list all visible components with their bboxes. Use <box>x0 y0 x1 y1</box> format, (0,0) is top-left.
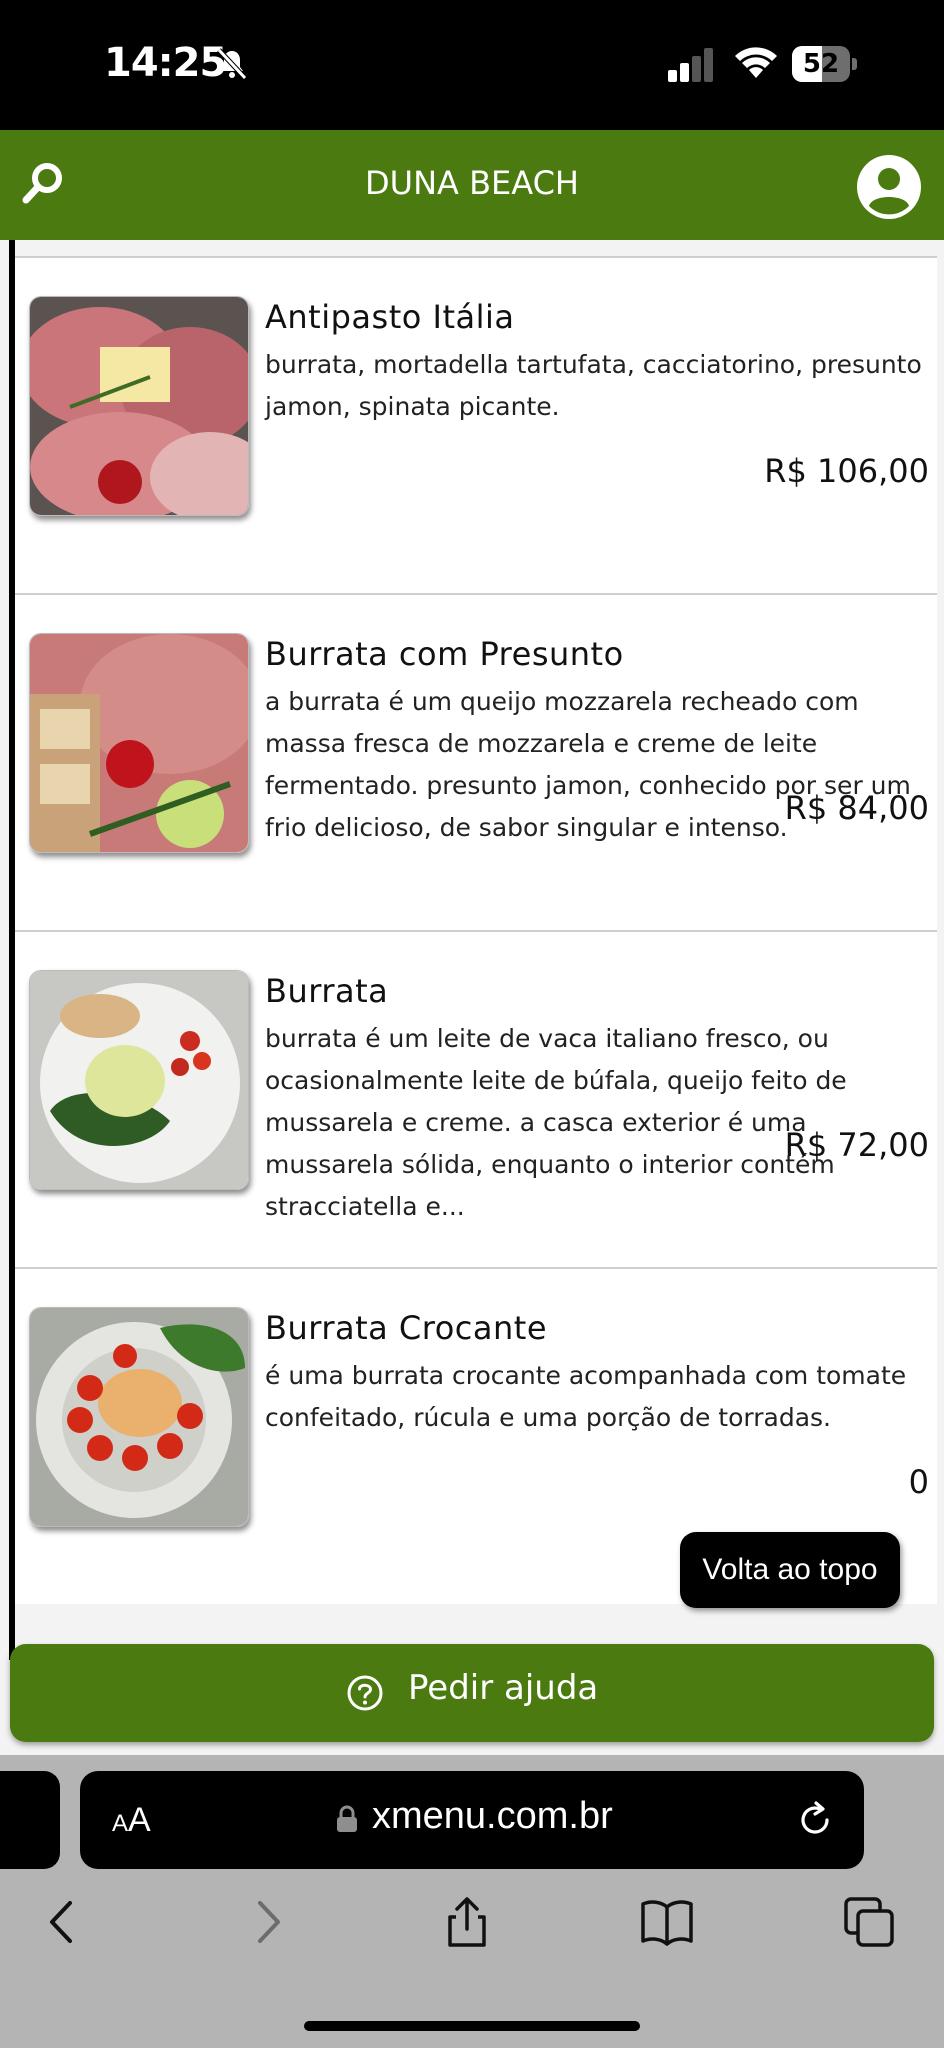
menu-item[interactable]: Burrata burrata é um leite de vaca itali… <box>15 930 937 1267</box>
menu-item[interactable]: Antipasto Itália burrata, mortadella tar… <box>15 256 937 593</box>
status-time: 14:25 <box>104 40 227 86</box>
lock-icon <box>337 1805 357 1832</box>
wifi-icon <box>735 47 777 78</box>
status-bar: 14:25 52 <box>0 0 944 130</box>
user-account-icon[interactable] <box>856 154 922 220</box>
dish-name: Burrata <box>265 972 389 1010</box>
cellular-signal-icon <box>668 48 713 82</box>
dish-photo-antipasto <box>29 296 249 516</box>
bookmarks-icon[interactable] <box>640 1895 694 1949</box>
back-icon[interactable] <box>36 1895 90 1949</box>
dish-price: R$ 84,00 <box>784 789 929 827</box>
app-header: DUNA BEACH <box>0 130 944 240</box>
url-text[interactable]: xmenu.com.br <box>372 1795 613 1838</box>
previous-tab-preview[interactable] <box>0 1771 60 1869</box>
battery-icon: 52 <box>792 46 858 82</box>
text-size-small: A <box>112 1810 129 1837</box>
dish-price: R$ 72,00 <box>784 1126 929 1164</box>
reload-icon[interactable] <box>794 1799 836 1841</box>
text-size-big: A <box>128 1801 151 1839</box>
dish-photo-burrata-presunto <box>29 633 249 853</box>
forward-icon[interactable] <box>240 1895 294 1949</box>
help-question-icon <box>347 1675 383 1711</box>
restaurant-title: DUNA BEACH <box>365 164 579 202</box>
menu-list: Antipasto Itália burrata, mortadella tar… <box>15 256 937 1604</box>
browser-toolbar: AA xmenu.com.br <box>0 1755 944 2048</box>
dish-description: burrata, mortadella tartufata, cacciator… <box>265 350 922 421</box>
dish-name: Burrata com Presunto <box>265 635 624 673</box>
bell-muted-icon <box>217 48 247 80</box>
help-button[interactable]: Pedir ajuda <box>10 1644 934 1742</box>
help-button-label: Pedir ajuda <box>408 1668 599 1708</box>
dish-name: Antipasto Itália <box>265 298 515 336</box>
dish-price: R$ 106,00 <box>764 452 929 490</box>
menu-item[interactable]: Burrata com Presunto a burrata é um quei… <box>15 593 937 930</box>
menu-content[interactable]: Antipasto Itália burrata, mortadella tar… <box>0 240 944 1755</box>
dish-description: é uma burrata crocante acompanhada com t… <box>265 1361 907 1432</box>
tabs-icon[interactable] <box>842 1895 896 1949</box>
dish-price: 0 <box>908 1463 929 1501</box>
battery-level: 52 <box>802 49 840 79</box>
dish-photo-burrata-crocante <box>29 1307 249 1527</box>
address-bar[interactable]: AA xmenu.com.br <box>80 1771 864 1869</box>
back-to-top-button[interactable]: Volta ao topo <box>680 1532 900 1608</box>
dish-description: burrata é um leite de vaca italiano fres… <box>265 1024 847 1221</box>
home-indicator[interactable] <box>304 2021 640 2031</box>
dish-photo-burrata <box>29 970 249 1190</box>
dish-name: Burrata Crocante <box>265 1309 548 1347</box>
share-icon[interactable] <box>440 1895 494 1949</box>
text-size-button[interactable]: AA <box>112 1801 151 1840</box>
